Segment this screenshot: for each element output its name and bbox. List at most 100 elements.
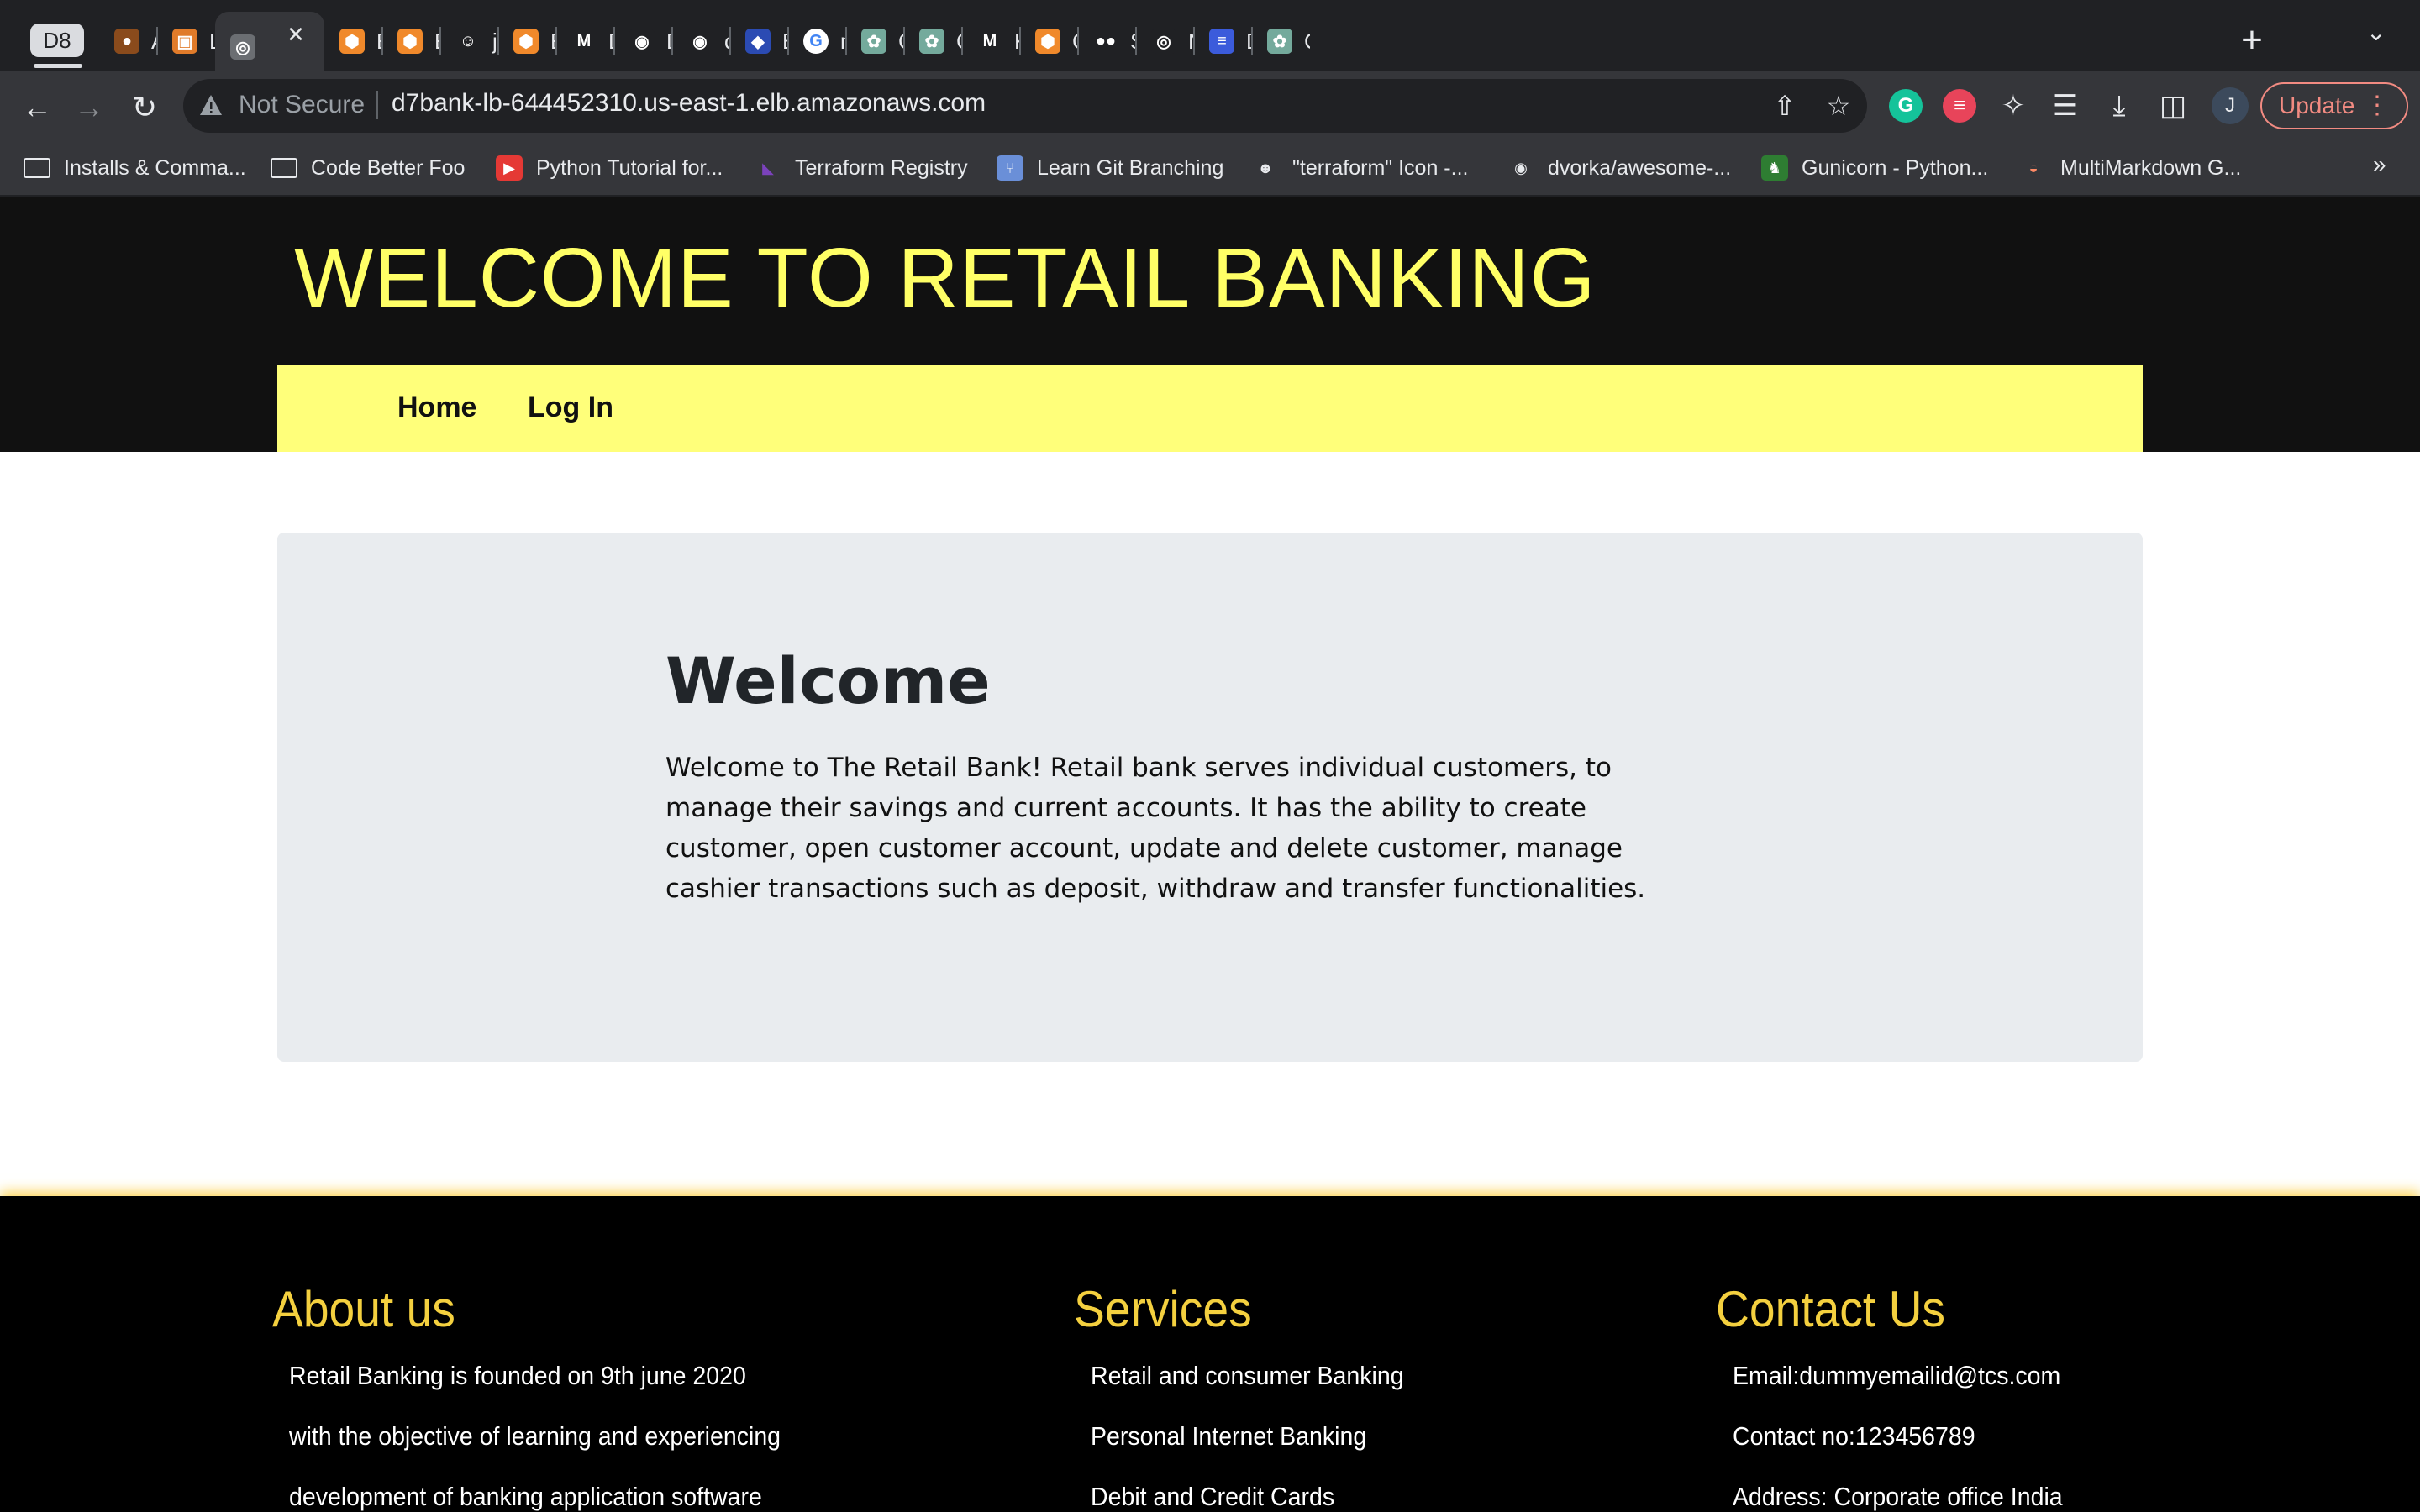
extensions-puzzle-icon[interactable]: ✧ xyxy=(1995,87,2032,124)
globe-icon: ◎ xyxy=(230,34,255,60)
browser-tab[interactable]: ⬢EC2 xyxy=(324,12,382,71)
chrome-icon: ◎ xyxy=(1151,29,1176,54)
footer-about-line: Retail Banking is founded on 9th june 20… xyxy=(289,1361,746,1390)
extension-red-icon[interactable]: ≡ xyxy=(1943,89,1976,123)
browser-tab[interactable]: Gnam xyxy=(788,12,846,71)
google-icon: G xyxy=(803,29,829,54)
chatgpt-icon: ✿ xyxy=(1267,29,1292,54)
browser-tab[interactable]: ✿ Cha xyxy=(1252,12,1310,71)
site-nav-bar: Home Log In xyxy=(277,365,2143,452)
welcome-heading: Welcome xyxy=(666,643,991,718)
github-icon: ◉ xyxy=(629,29,655,54)
terraform-icon: ◣ xyxy=(762,159,774,176)
youtube-icon: ▶ xyxy=(496,155,523,181)
bookmark-label: Installs & Comma... xyxy=(64,155,246,180)
bookmark-item[interactable]: ◣ Terraform Registry xyxy=(755,151,968,185)
bookmark-item[interactable]: ◉ dvorka/awesome-... xyxy=(1507,151,1731,185)
url-text[interactable]: d7bank-lb-644452310.us-east-1.elb.amazon… xyxy=(392,89,986,118)
chatgpt-icon: ✿ xyxy=(861,29,886,54)
browser-tab[interactable]: ◆Boa xyxy=(730,12,788,71)
bookmark-item[interactable]: ♞ Gunicorn - Python... xyxy=(1761,151,1988,185)
grammarly-extension-icon[interactable]: G xyxy=(1889,89,1923,123)
bookmark-label: Gunicorn - Python... xyxy=(1802,155,1989,180)
side-panel-icon[interactable]: ◫ xyxy=(2154,87,2191,124)
footer-services-heading: Services xyxy=(1074,1281,1252,1337)
browser-tab[interactable]: ✿Cha xyxy=(846,12,904,71)
tab-search-chevron-icon[interactable]: ⌄ xyxy=(2366,18,2386,46)
footer-contact-line: Contact no:123456789 xyxy=(1733,1421,1975,1451)
share-icon[interactable]: ⇧ xyxy=(1768,89,1802,123)
browser-tab-label: Loa xyxy=(209,29,215,55)
back-arrow-icon[interactable]: ← xyxy=(18,89,55,126)
footer-about-heading: About us xyxy=(272,1281,455,1337)
tab-close-icon[interactable]: × xyxy=(287,18,304,51)
browser-tab[interactable]: ✿Cha xyxy=(904,12,962,71)
browser-tab[interactable]: ≡Dep xyxy=(1194,12,1252,71)
github-icon: ◉ xyxy=(1514,159,1528,176)
browser-tab[interactable]: ●Ama xyxy=(99,12,157,71)
browser-tab[interactable]: ⬢EC2 xyxy=(382,12,440,71)
browser-tab[interactable]: ◉Dep xyxy=(614,12,672,71)
bookmarks-overflow-icon[interactable]: » xyxy=(2373,151,2386,178)
browser-tab[interactable]: ◉c4_ xyxy=(672,12,730,71)
browser-tab[interactable]: ▣ Loa xyxy=(157,12,215,71)
address-divider xyxy=(376,91,378,119)
update-button[interactable]: Update ⋮ xyxy=(2260,82,2408,129)
chatgpt-icon: ✿ xyxy=(919,29,944,54)
footer-contact-heading: Contact Us xyxy=(1716,1281,1946,1337)
new-tab-button[interactable]: + xyxy=(2235,15,2269,66)
reading-list-icon[interactable]: ☰ xyxy=(2047,87,2084,124)
bookmark-item[interactable]: Code Better Foo xyxy=(271,151,465,185)
aws-cube-icon: ⬢ xyxy=(397,29,423,54)
bookmark-label: Learn Git Branching xyxy=(1037,155,1224,180)
reload-icon[interactable]: ↻ xyxy=(126,89,163,126)
site-header: WELCOME TO RETAIL BANKING Home Log In xyxy=(0,197,2420,452)
bookmark-star-icon[interactable]: ☆ xyxy=(1822,89,1855,123)
bookmark-label: "terraform" Icon -... xyxy=(1292,155,1469,180)
jira-icon: ◆ xyxy=(745,29,771,54)
site-title: WELCOME TO RETAIL BANKING xyxy=(294,231,1597,325)
browser-tab[interactable]: ⬢Con xyxy=(1020,12,1078,71)
browser-tab-label: Cha xyxy=(1304,29,1310,55)
welcome-panel: Welcome Welcome to The Retail Bank! Reta… xyxy=(277,533,2143,1062)
bookmark-item[interactable]: ⑂ Learn Git Branching xyxy=(997,151,1223,185)
browser-tab[interactable]: ●●Setu xyxy=(1078,12,1136,71)
sushi-icon: ◒ xyxy=(2028,159,2039,176)
gmail-icon: M xyxy=(571,29,597,54)
footer-about-line: development of banking application softw… xyxy=(289,1482,762,1511)
browser-tab[interactable]: MDAN xyxy=(556,12,614,71)
browser-tab[interactable]: ☺jenk xyxy=(440,12,498,71)
aws-cube-icon: ⬢ xyxy=(513,29,539,54)
footer-contact-line: Address: Corporate office India xyxy=(1733,1482,2063,1511)
browser-tab[interactable]: ⬢EC2 xyxy=(498,12,556,71)
github-icon: ◉ xyxy=(687,29,713,54)
nav-link-login[interactable]: Log In xyxy=(528,391,613,424)
site-footer: About us Retail Banking is founded on 9t… xyxy=(0,1196,2420,1512)
aws-cube-icon: ⬢ xyxy=(339,29,365,54)
browser-tab[interactable]: MKur xyxy=(962,12,1020,71)
bookmark-label: Code Better Foo xyxy=(311,155,466,180)
forward-arrow-icon[interactable]: → xyxy=(71,89,108,126)
download-icon[interactable]: ⤓ xyxy=(2101,87,2138,124)
tab-group-underline xyxy=(34,64,82,68)
git-branching-icon: ⑂ xyxy=(997,155,1023,181)
profile-avatar[interactable]: J xyxy=(2212,87,2249,124)
browser-tab[interactable]: ◎New xyxy=(1136,12,1194,71)
warning-icon[interactable] xyxy=(198,92,224,118)
nav-link-home[interactable]: Home xyxy=(397,391,476,424)
footer-contact-line: Email:dummyemailid@tcs.com xyxy=(1733,1361,2061,1390)
footer-services-line: Debit and Credit Cards xyxy=(1091,1482,1335,1511)
not-secure-label[interactable]: Not Secure xyxy=(239,91,365,119)
bookmark-item[interactable]: ◒ MultiMarkdown G... xyxy=(2020,151,2242,185)
bookmark-label: dvorka/awesome-... xyxy=(1548,155,1732,180)
welcome-text: Welcome to The Retail Bank! Retail bank … xyxy=(666,753,1646,904)
bookmark-label: Python Tutorial for... xyxy=(536,155,723,180)
tab-group-chip[interactable]: D8 xyxy=(30,24,84,57)
character-icon: ☻ xyxy=(1257,159,1274,176)
bookmark-item[interactable]: ☻ "terraform" Icon -... xyxy=(1252,151,1469,185)
bookmark-item[interactable]: Installs & Comma... xyxy=(24,151,246,185)
more-menu-icon[interactable]: ⋮ xyxy=(2365,84,2390,128)
bookmark-label: MultiMarkdown G... xyxy=(2060,155,2242,180)
bookmark-item[interactable]: ▶ Python Tutorial for... xyxy=(496,151,723,185)
folder-icon xyxy=(271,158,297,178)
